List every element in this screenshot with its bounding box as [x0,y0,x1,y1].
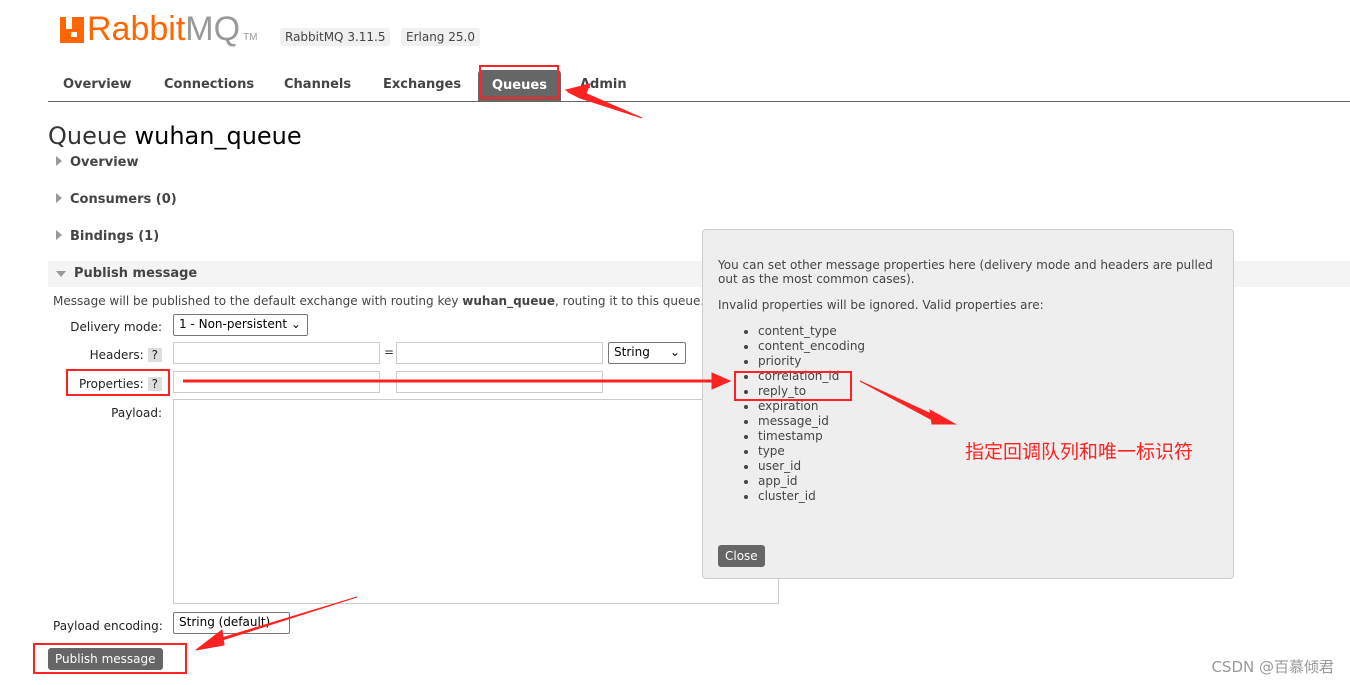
watermark: CSDN @百慕倾君 [1211,658,1334,676]
arrow-icon [195,629,225,651]
annotation-arrows [183,83,957,651]
arrow-icon [211,596,358,644]
arrow-icon [711,372,732,390]
annotation-note: 指定回调队列和唯一标识符 [965,441,1194,463]
arrow-icon [859,380,941,423]
arrow-icon [929,409,957,425]
